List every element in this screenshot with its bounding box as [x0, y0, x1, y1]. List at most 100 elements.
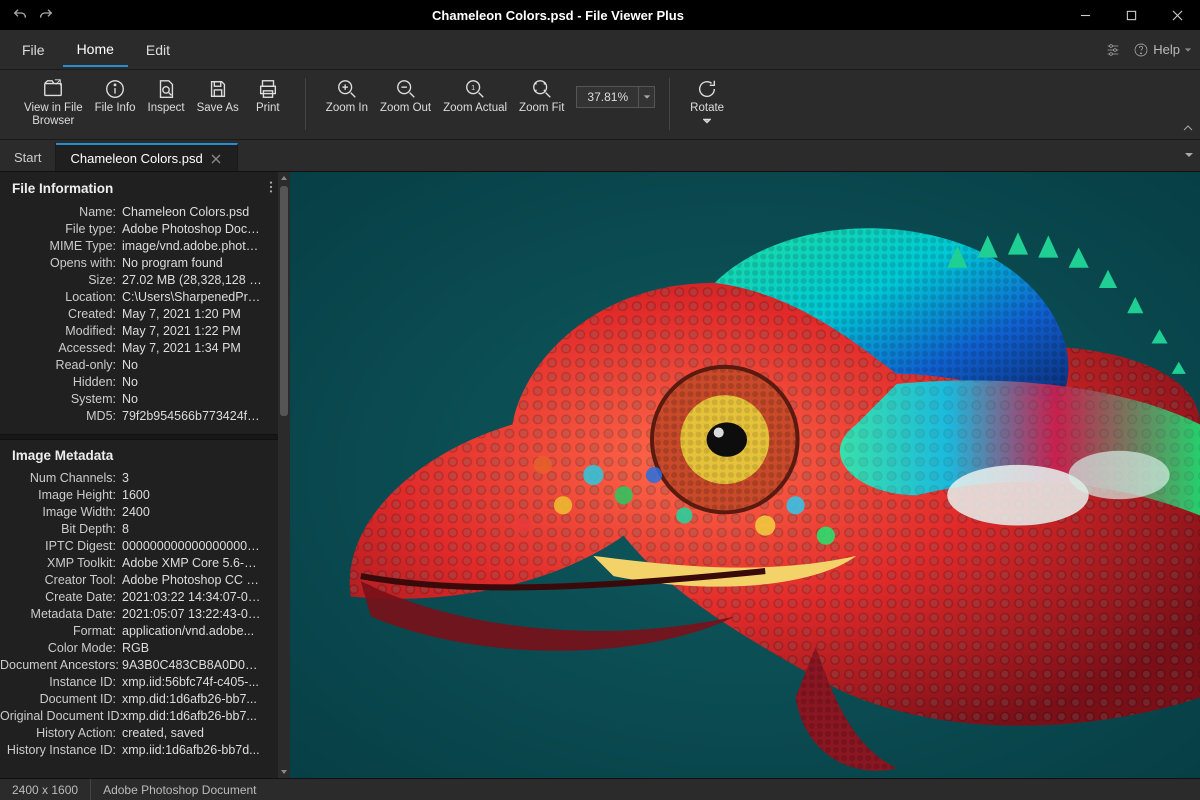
- zoom-out-button[interactable]: Zoom Out: [374, 76, 437, 117]
- info-value: 9A3B0C483CB8A0D0B0...: [122, 658, 262, 672]
- title-bar: Chameleon Colors.psd - File Viewer Plus: [0, 0, 1200, 30]
- info-key: Num Channels:: [0, 471, 122, 485]
- info-value: 8: [122, 522, 129, 536]
- info-row: XMP Toolkit:Adobe XMP Core 5.6-c1...: [0, 554, 272, 571]
- info-key: Name:: [0, 205, 122, 219]
- info-key: Instance ID:: [0, 675, 122, 689]
- info-panel: File Information Name:Chameleon Colors.p…: [0, 172, 290, 778]
- info-row: Name:Chameleon Colors.psd: [0, 203, 272, 220]
- info-value: May 7, 2021 1:34 PM: [122, 341, 241, 355]
- scroll-up-button[interactable]: [278, 172, 290, 184]
- info-row: Document Ancestors:9A3B0C483CB8A0D0B0...: [0, 656, 272, 673]
- info-value: No: [122, 392, 138, 406]
- info-value: May 7, 2021 1:20 PM: [122, 307, 241, 321]
- info-value: Chameleon Colors.psd: [122, 205, 249, 219]
- save-as-button[interactable]: Save As: [191, 76, 245, 117]
- info-row: Creator Tool:Adobe Photoshop CC 2...: [0, 571, 272, 588]
- tabs-overflow-button[interactable]: [1184, 148, 1194, 163]
- ribbon-toolbar: View in File Browser File Info Inspect S…: [0, 70, 1200, 140]
- info-row: Create Date:2021:03:22 14:34:07-05:...: [0, 588, 272, 605]
- status-dimensions: 2400 x 1600: [0, 779, 91, 800]
- zoom-actual-button[interactable]: 1 Zoom Actual: [437, 76, 513, 117]
- status-bar: 2400 x 1600 Adobe Photoshop Document: [0, 778, 1200, 800]
- info-value: No: [122, 375, 138, 389]
- info-row: Original Document ID:xmp.did:1d6afb26-bb…: [0, 707, 272, 724]
- zoom-fit-button[interactable]: Zoom Fit: [513, 76, 570, 117]
- scrollbar-thumb[interactable]: [280, 186, 288, 416]
- tab-start[interactable]: Start: [0, 143, 56, 171]
- info-value: xmp.iid:56bfc74f-c405-...: [122, 675, 259, 689]
- info-key: Image Width:: [0, 505, 122, 519]
- minimize-button[interactable]: [1062, 0, 1108, 30]
- panel-scrollbar[interactable]: [278, 172, 290, 778]
- zoom-level-dropdown[interactable]: 37.81%: [576, 86, 655, 108]
- info-row: Read-only:No: [0, 356, 272, 373]
- info-key: Create Date:: [0, 590, 122, 604]
- settings-icon[interactable]: [1105, 42, 1121, 58]
- image-viewport[interactable]: [290, 172, 1200, 778]
- info-row: Format:application/vnd.adobe...: [0, 622, 272, 639]
- info-value: xmp.did:1d6afb26-bb7...: [122, 692, 257, 706]
- info-row: Document ID:xmp.did:1d6afb26-bb7...: [0, 690, 272, 707]
- info-row: History Action:created, saved: [0, 724, 272, 741]
- chevron-down-icon: [1184, 46, 1192, 54]
- help-label: Help: [1153, 42, 1180, 57]
- rotate-button[interactable]: Rotate: [684, 76, 730, 129]
- info-key: IPTC Digest:: [0, 539, 122, 553]
- svg-text:1: 1: [471, 83, 475, 92]
- info-value: C:\Users\SharpenedProductio...: [122, 290, 262, 304]
- zoom-out-icon: [395, 78, 417, 100]
- menu-edit[interactable]: Edit: [132, 33, 184, 66]
- info-key: Format:: [0, 624, 122, 638]
- info-value: 2021:03:22 14:34:07-05:...: [122, 590, 262, 604]
- info-row: Hidden:No: [0, 373, 272, 390]
- undo-icon[interactable]: [12, 7, 28, 23]
- inspect-button[interactable]: Inspect: [142, 76, 191, 117]
- folder-icon: [42, 78, 64, 100]
- info-value: 3: [122, 471, 129, 485]
- file-information-list: Name:Chameleon Colors.psdFile type:Adobe…: [0, 203, 290, 434]
- image-preview: [290, 172, 1200, 778]
- help-icon: [1133, 42, 1149, 58]
- redo-icon[interactable]: [38, 7, 54, 23]
- info-key: Bit Depth:: [0, 522, 122, 536]
- info-value: image/vnd.adobe.photoshop: [122, 239, 262, 253]
- panel-more-button[interactable]: [264, 180, 278, 197]
- info-key: Read-only:: [0, 358, 122, 372]
- document-tabs: Start Chameleon Colors.psd: [0, 140, 1200, 172]
- file-information-header: File Information: [0, 172, 290, 203]
- help-menu[interactable]: Help: [1133, 42, 1192, 58]
- inspect-icon: [155, 78, 177, 100]
- menu-file[interactable]: File: [8, 33, 59, 66]
- chevron-down-icon: [1184, 150, 1194, 160]
- info-value: No program found: [122, 256, 223, 270]
- info-row: History Instance ID:xmp.iid:1d6afb26-bb7…: [0, 741, 272, 758]
- info-value: application/vnd.adobe...: [122, 624, 254, 638]
- info-row: Location:C:\Users\SharpenedProductio...: [0, 288, 272, 305]
- close-button[interactable]: [1154, 0, 1200, 30]
- tab-document[interactable]: Chameleon Colors.psd: [56, 143, 237, 171]
- info-key: Color Mode:: [0, 641, 122, 655]
- info-key: Document Ancestors:: [0, 658, 122, 672]
- scroll-down-button[interactable]: [278, 766, 290, 778]
- info-key: Modified:: [0, 324, 122, 338]
- more-vertical-icon: [264, 180, 278, 194]
- info-row: MD5:79f2b954566b773424f4e7e247c...: [0, 407, 272, 424]
- print-button[interactable]: Print: [245, 76, 291, 117]
- maximize-button[interactable]: [1108, 0, 1154, 30]
- info-row: Num Channels:3: [0, 469, 272, 486]
- zoom-in-button[interactable]: Zoom In: [320, 76, 374, 117]
- close-icon: [211, 154, 221, 164]
- zoom-level-value: 37.81%: [577, 90, 638, 104]
- info-key: MD5:: [0, 409, 122, 423]
- collapse-ribbon-button[interactable]: [1182, 122, 1194, 137]
- status-doctype: Adobe Photoshop Document: [91, 779, 268, 800]
- save-icon: [207, 78, 229, 100]
- info-value: xmp.iid:1d6afb26-bb7d...: [122, 743, 260, 757]
- file-info-button[interactable]: File Info: [89, 76, 142, 117]
- view-in-file-browser-button[interactable]: View in File Browser: [18, 76, 89, 130]
- print-icon: [257, 78, 279, 100]
- menu-home[interactable]: Home: [63, 32, 128, 67]
- info-value: 2021:05:07 13:22:43-05:...: [122, 607, 262, 621]
- close-tab-button[interactable]: [211, 152, 223, 164]
